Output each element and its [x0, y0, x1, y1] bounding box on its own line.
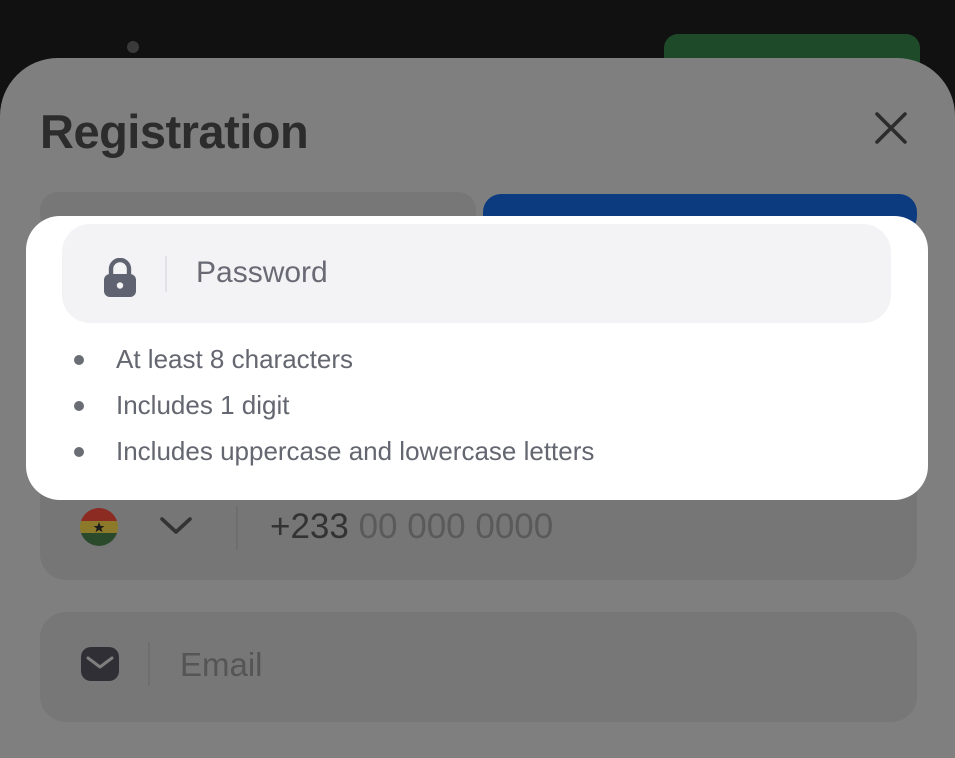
requirement-text: At least 8 characters	[116, 344, 353, 374]
page-title: Registration	[40, 105, 309, 158]
bullet-icon	[74, 447, 84, 457]
divider	[236, 506, 238, 550]
top-bar	[0, 0, 955, 74]
phone-placeholder: 00 000 0000	[358, 507, 554, 546]
divider	[165, 256, 167, 292]
password-focus-card: At least 8 characters Includes 1 digit I…	[26, 216, 928, 500]
close-icon[interactable]	[872, 109, 910, 147]
divider	[148, 642, 150, 686]
password-input[interactable]	[196, 253, 836, 293]
phone-input[interactable]: +233 00 000 0000	[270, 507, 830, 547]
requirement-text: Includes 1 digit	[116, 390, 290, 420]
bullet-icon	[74, 401, 84, 411]
chevron-down-icon[interactable]	[158, 510, 194, 542]
password-field	[62, 224, 891, 323]
requirement-text: Includes uppercase and lowercase letters	[116, 436, 595, 466]
phone-country-code: +233	[270, 507, 349, 546]
email-field	[40, 612, 917, 722]
lock-icon	[104, 258, 136, 297]
bullet-icon	[74, 355, 84, 365]
status-dot	[127, 41, 139, 53]
ghana-flag-icon	[80, 508, 118, 546]
email-input[interactable]	[180, 646, 780, 684]
mail-icon	[81, 647, 119, 681]
